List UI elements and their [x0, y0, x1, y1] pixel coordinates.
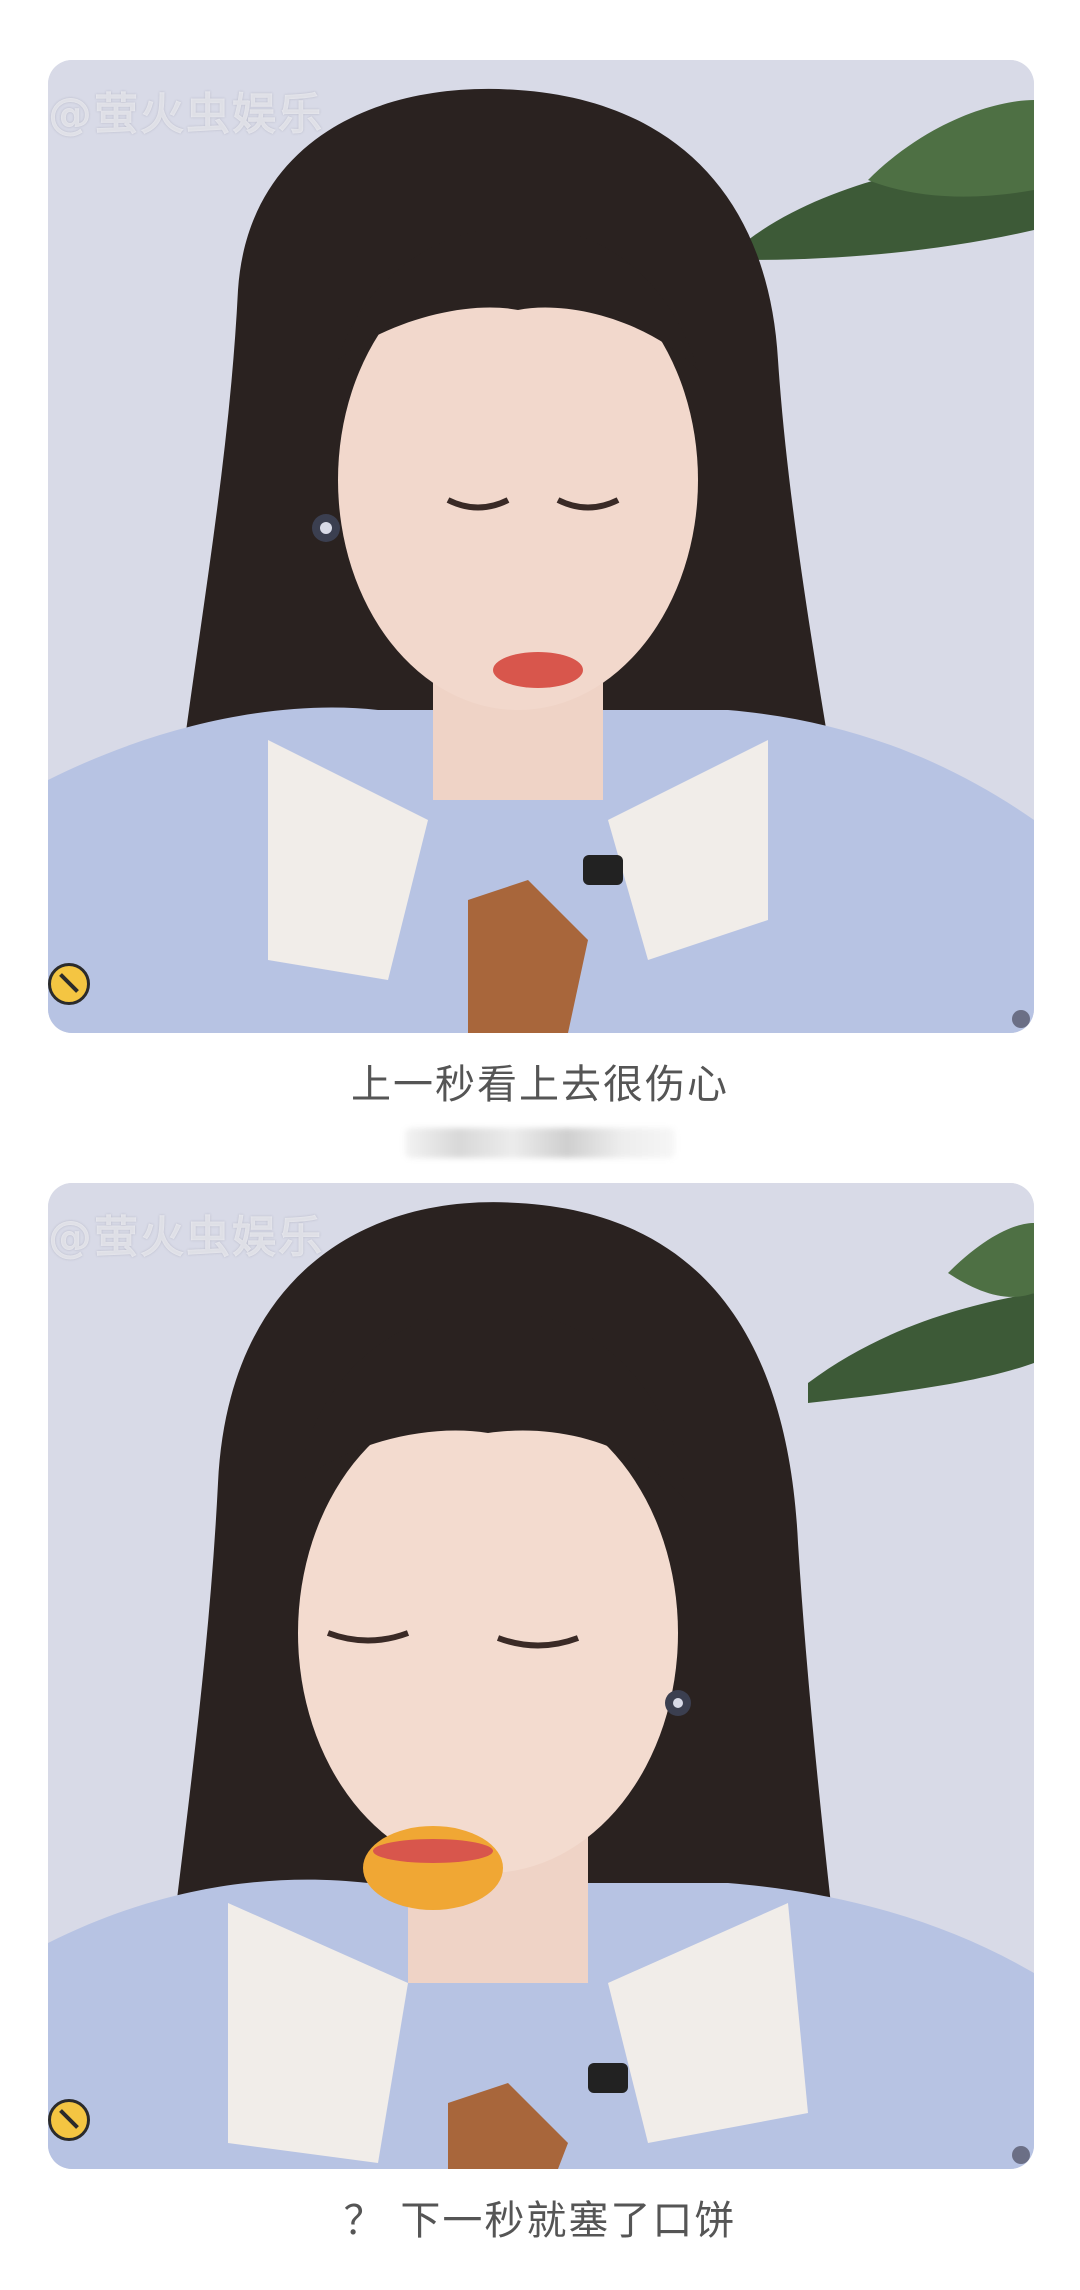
post-card: @萤火虫娱乐 上一秒看上去很伤心 @萤火虫娱乐 ？ 下一秒就塞了口饼 — [0, 0, 1080, 2290]
caption-1: 上一秒看上去很伤心 — [351, 1062, 729, 1108]
watermark-2: @萤火虫娱乐 — [48, 1212, 324, 1263]
photo-frame-2 — [48, 1183, 1034, 2169]
post-image-1[interactable]: @萤火虫娱乐 — [48, 60, 1034, 1033]
blurred-text-strip — [405, 1128, 675, 1158]
watermark-1: @萤火虫娱乐 — [48, 89, 324, 140]
no-entry-emoji-icon — [48, 2099, 90, 2141]
photo-frame-1 — [48, 60, 1034, 1033]
corner-play-icon — [1012, 2146, 1030, 2164]
no-entry-emoji-icon — [48, 963, 90, 1005]
post-image-2[interactable]: @萤火虫娱乐 — [48, 1183, 1034, 2169]
caption-2: ？ 下一秒就塞了口饼 — [343, 2198, 737, 2244]
corner-play-icon — [1012, 1010, 1030, 1028]
